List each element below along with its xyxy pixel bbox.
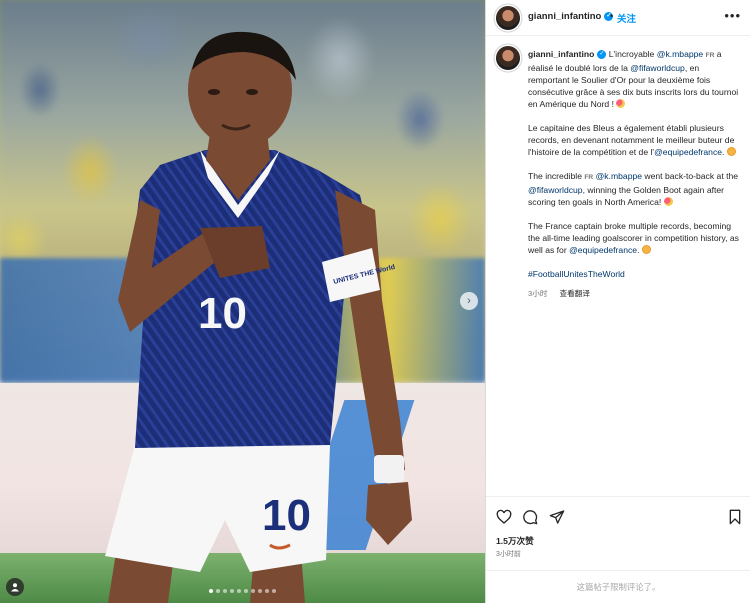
carousel-next-button[interactable]: ›: [460, 292, 478, 310]
player-illustration: 10 10 UNITES THE World: [105, 31, 412, 603]
caption-time: 3小时: [528, 289, 548, 298]
carousel-dot: [209, 589, 213, 593]
caption-text-segment: L'incroyable: [608, 49, 657, 59]
avatar[interactable]: [496, 6, 520, 30]
mention-link[interactable]: @equipedefrance: [654, 147, 722, 157]
mention-link[interactable]: @k.mbappe: [596, 171, 642, 181]
carousel-dot: [265, 589, 269, 593]
see-translation-link[interactable]: 查看翻译: [560, 289, 590, 298]
caption-text-segment: .: [637, 245, 640, 255]
tagged-users-button[interactable]: [6, 578, 24, 596]
comments-disabled-notice: 这篇帖子限制评论了。: [486, 570, 750, 603]
caption-avatar[interactable]: [496, 46, 520, 70]
carousel-dot: [244, 589, 248, 593]
caption-text: gianni_infantino ✓ L'incroyable @k.mbappe…: [528, 48, 742, 300]
post-media[interactable]: 10 10 UNITES THE World ›: [0, 0, 485, 603]
share-icon[interactable]: [549, 509, 565, 525]
heart-eyes-emoji-icon: [663, 197, 673, 206]
action-bar: [486, 496, 750, 536]
heart-eyes-emoji-icon: [616, 99, 626, 108]
carousel-dot: [251, 589, 255, 593]
carousel-dot: [230, 589, 234, 593]
username-text[interactable]: gianni_infantino: [528, 11, 601, 22]
carousel-dot: [216, 589, 220, 593]
jersey-number: 10: [198, 289, 247, 338]
bookmark-icon[interactable]: [727, 509, 743, 525]
caption-area: gianni_infantino ✓ L'incroyable @k.mbappe…: [486, 36, 750, 496]
heart-icon[interactable]: [496, 509, 512, 525]
post-header: gianni_infantino ✓ • 关注 •••: [486, 0, 750, 36]
post-details-pane: gianni_infantino ✓ • 关注 ••• gianni_infant…: [485, 0, 750, 603]
caption-username[interactable]: gianni_infantino: [528, 49, 594, 59]
carousel-indicator: [0, 589, 485, 593]
verified-badge-icon: ✓: [597, 50, 607, 60]
caption-text-segment: The incredible: [528, 171, 585, 181]
header-username[interactable]: gianni_infantino ✓: [528, 11, 614, 22]
carousel-dot: [237, 589, 241, 593]
more-options-icon[interactable]: •••: [724, 8, 741, 23]
carousel-dot: [272, 589, 276, 593]
carousel-dot: [223, 589, 227, 593]
likes-count[interactable]: 1.5万次赞: [496, 535, 534, 547]
separator-dot: •: [610, 11, 614, 21]
comment-icon[interactable]: [522, 509, 538, 525]
mention-link[interactable]: @fifaworldcup: [528, 185, 583, 195]
clap-emoji-icon: [726, 147, 736, 156]
caption-meta: 3小时 查看翻译: [528, 288, 742, 300]
shorts-number: 10: [262, 491, 311, 540]
clap-emoji-icon: [641, 245, 651, 254]
caption-text-segment: .: [722, 147, 725, 157]
carousel-dot: [258, 589, 262, 593]
hashtag-link[interactable]: #FootballUnitesTheWorld: [528, 268, 742, 280]
follow-button[interactable]: 关注: [617, 11, 636, 25]
language-tag: FR: [584, 174, 594, 181]
caption-text-segment: went back-to-back at the: [642, 171, 739, 181]
mention-link[interactable]: @fifaworldcup: [630, 63, 685, 73]
post-timestamp: 3小时前: [496, 551, 521, 558]
mention-link[interactable]: @equipedefrance: [569, 245, 637, 255]
mention-link[interactable]: @k.mbappe: [657, 49, 703, 59]
